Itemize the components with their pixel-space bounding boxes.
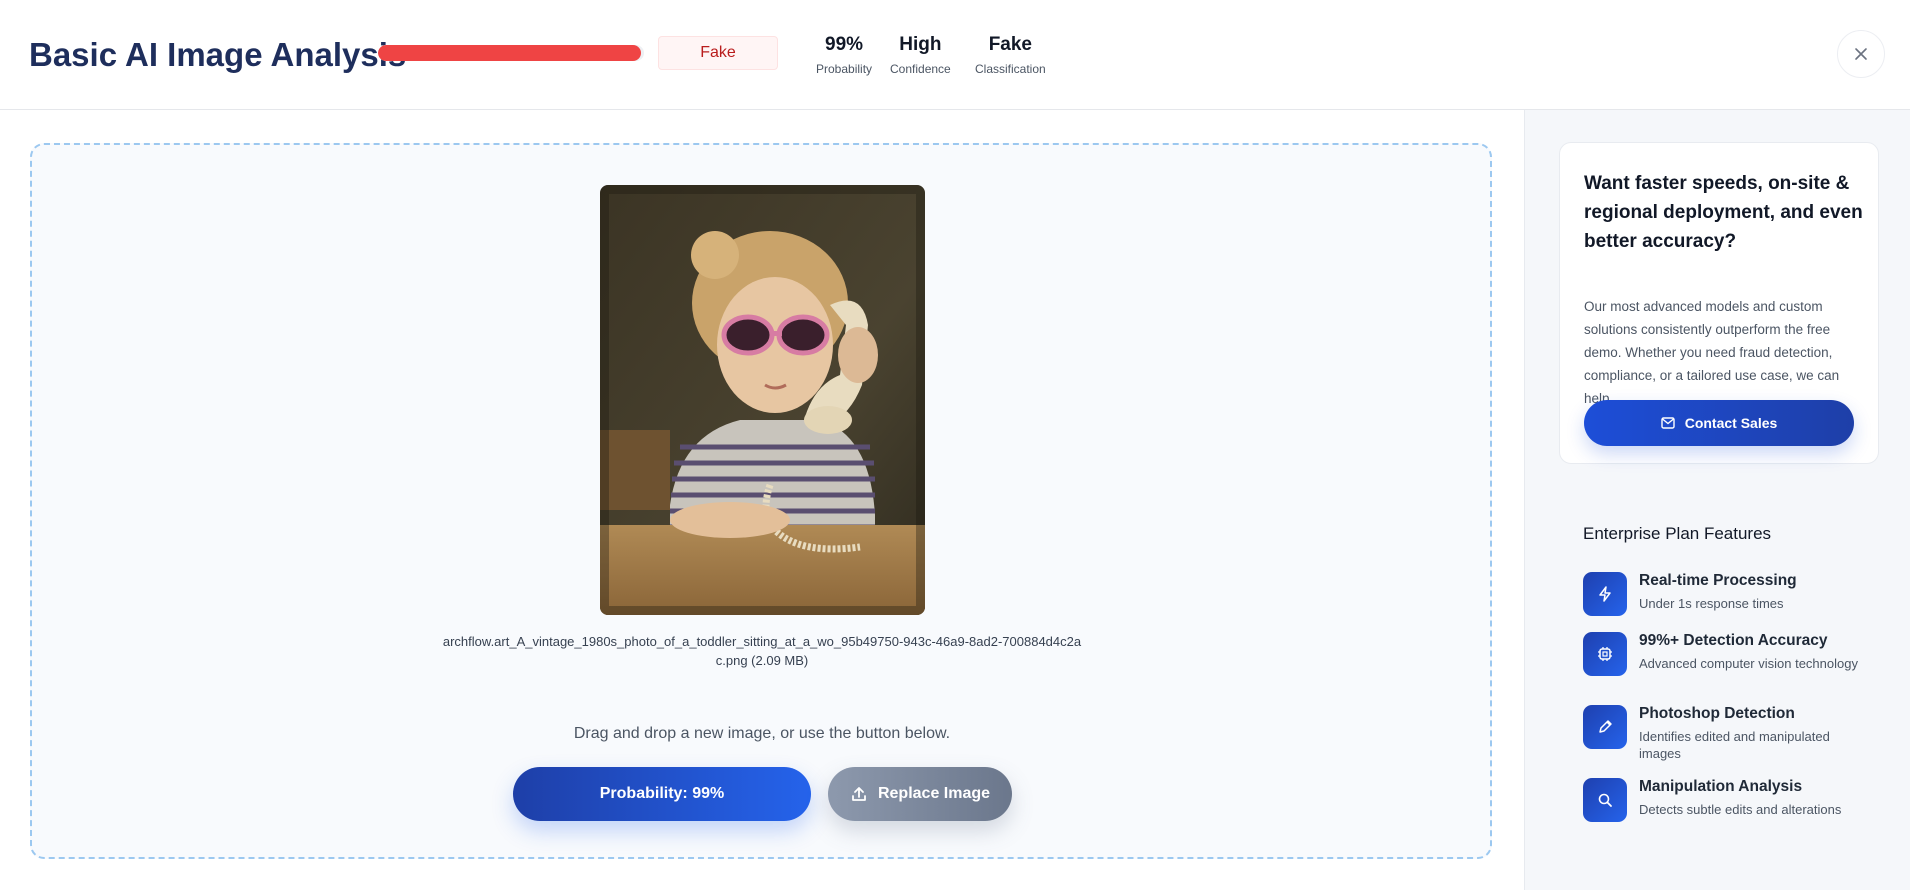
stat-label: Classification: [975, 62, 1046, 76]
stat-value: Fake: [988, 34, 1032, 55]
close-button[interactable]: [1837, 30, 1885, 78]
page-title: Basic AI Image Analysis: [29, 36, 407, 73]
stat-probability: 99% Probability: [816, 34, 872, 76]
file-name: archflow.art_A_vintage_1980s_photo_of_a_…: [412, 632, 1112, 670]
feature-title: Photoshop Detection: [1639, 705, 1795, 722]
close-icon: [1855, 48, 1867, 60]
file-name-line2: c.png (2.09 MB): [715, 653, 809, 668]
classification-badge: Fake: [658, 36, 778, 70]
chip-icon: [1583, 632, 1627, 676]
uploaded-image-preview: [600, 185, 925, 615]
upload-icon: [852, 787, 866, 801]
sidebar: Want faster speeds, on-site & regional d…: [1524, 110, 1910, 890]
contact-sales-label: Contact Sales: [1684, 415, 1778, 431]
stat-value: 99%: [825, 34, 864, 55]
main-panel: archflow.art_A_vintage_1980s_photo_of_a_…: [0, 110, 1524, 890]
replace-image-label: Replace Image: [877, 785, 991, 802]
probability-bar-fill: [378, 45, 642, 61]
drop-hint: Drag and drop a new image, or use the bu…: [573, 725, 951, 742]
mail-icon: [1661, 417, 1675, 429]
feature-title: 99%+ Detection Accuracy: [1639, 632, 1828, 649]
lightning-icon: [1583, 572, 1627, 616]
promo-body: Our most advanced models and custom solu…: [1584, 299, 1840, 406]
feature-title: Real-time Processing: [1639, 572, 1797, 589]
feature-title: Manipulation Analysis: [1639, 778, 1803, 795]
header-bar: Basic AI Image Analysis Fake 99% Probabi…: [0, 0, 1910, 110]
probability-button[interactable]: Probability: 99%: [513, 767, 811, 821]
stat-label: Confidence: [890, 62, 951, 76]
stat-confidence: High Confidence: [890, 34, 951, 76]
feature-desc: Detects subtle edits and alterations: [1639, 802, 1842, 817]
replace-image-button[interactable]: Replace Image: [828, 767, 1012, 821]
probability-bar: [378, 45, 644, 61]
file-name-line1: archflow.art_A_vintage_1980s_photo_of_a_…: [442, 634, 1082, 649]
search-icon: [1583, 778, 1627, 822]
stat-value: High: [899, 34, 942, 55]
stat-label: Probability: [816, 62, 873, 76]
contact-sales-button[interactable]: Contact Sales: [1584, 400, 1854, 446]
pencil-icon: [1583, 705, 1627, 749]
feature-desc: Advanced computer vision technology: [1639, 656, 1858, 671]
image-dropzone[interactable]: archflow.art_A_vintage_1980s_photo_of_a_…: [30, 143, 1492, 859]
feature-desc: Under 1s response times: [1639, 596, 1784, 611]
features-heading: Enterprise Plan Features: [1583, 524, 1772, 543]
stat-classification: Fake Classification: [975, 34, 1046, 76]
feature-desc: Identifies edited and manipulated images: [1639, 729, 1830, 761]
promo-card: Want faster speeds, on-site & regional d…: [1559, 142, 1879, 464]
promo-title: Want faster speeds, on-site & regional d…: [1584, 173, 1863, 252]
toddler-photo-image: [600, 185, 925, 615]
